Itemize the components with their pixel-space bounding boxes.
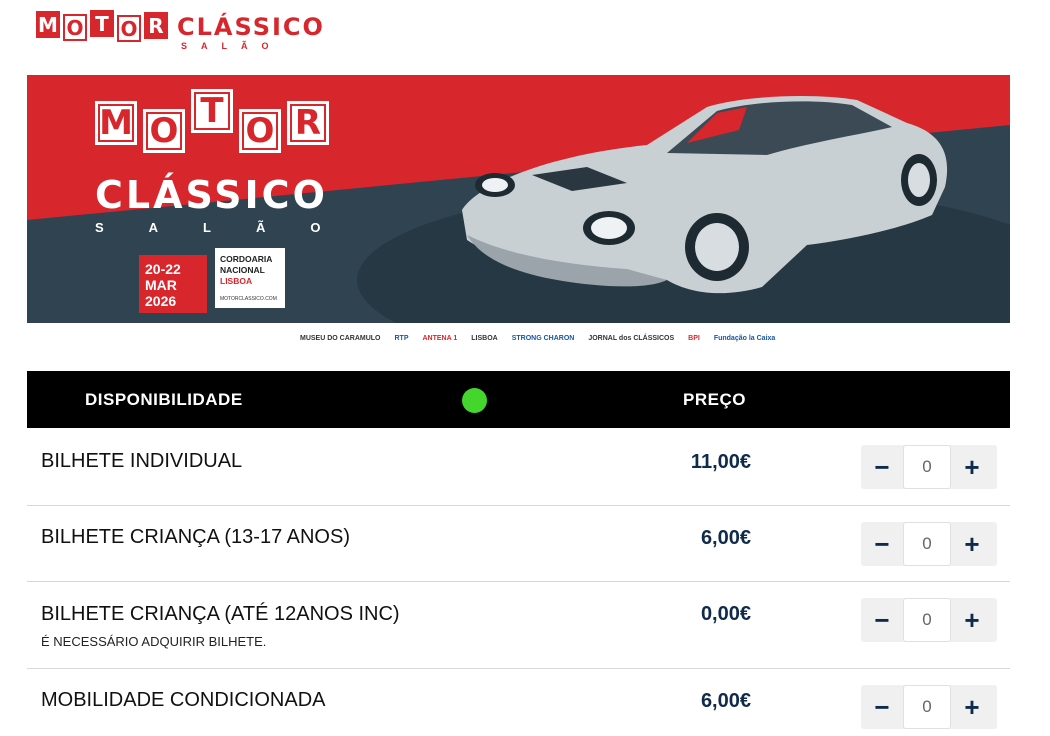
quantity-input[interactable]: 0 xyxy=(903,685,951,729)
increment-button[interactable]: + xyxy=(951,445,993,489)
increment-button[interactable]: + xyxy=(951,522,993,566)
ticket-name: MOBILIDADE CONDICIONADA xyxy=(41,689,326,711)
ticket-row: BILHETE CRIANÇA (13-17 ANOS) 6,00€ − 0 + xyxy=(27,506,1010,582)
sponsor-logos: MUSEU DO CARAMULO RTP ANTENA 1 LISBOA ST… xyxy=(300,328,775,348)
sponsor-logo: ANTENA 1 xyxy=(422,334,458,342)
decrement-button[interactable]: − xyxy=(861,598,903,642)
banner-date: 20-22 MAR 2026 xyxy=(139,255,207,313)
ticket-row: BILHETE INDIVIDUAL 11,00€ − 0 + xyxy=(27,428,1010,506)
logo-tile: O xyxy=(117,15,141,42)
banner-subtitle: SALÃO xyxy=(95,220,366,235)
decrement-button[interactable]: − xyxy=(861,685,903,729)
logo-tile: O xyxy=(63,14,87,41)
quantity-input[interactable]: 0 xyxy=(903,522,951,566)
sponsor-logo: RTP xyxy=(394,334,409,342)
sponsor-logo: JORNAL dos CLÁSSICOS xyxy=(588,334,675,342)
venue-url: MOTORCLASSICO.COM xyxy=(220,296,277,302)
banner-tile: O xyxy=(239,109,281,153)
quantity-stepper: − 0 + xyxy=(861,685,997,729)
quantity-stepper: − 0 + xyxy=(861,522,997,566)
date-days: 20-22 xyxy=(145,261,181,277)
logo-sub: SALÃO xyxy=(181,41,283,51)
availability-status-indicator xyxy=(462,388,487,413)
sponsor-logo: BPI xyxy=(688,334,700,342)
banner-logo-tiles: M O T O R xyxy=(95,89,335,153)
availability-header: DISPONIBILIDADE xyxy=(85,390,243,409)
quantity-input[interactable]: 0 xyxy=(903,445,951,489)
decrement-button[interactable]: − xyxy=(861,522,903,566)
site-logo[interactable]: M O T O R CLÁSSICO SALÃO xyxy=(36,10,325,52)
increment-button[interactable]: + xyxy=(951,598,993,642)
quantity-stepper: − 0 + xyxy=(861,445,997,489)
date-year: 2026 xyxy=(145,293,177,309)
venue-city: LISBOA xyxy=(220,276,253,286)
quantity-stepper: − 0 + xyxy=(861,598,997,642)
banner-tile: M xyxy=(95,101,137,145)
increment-button[interactable]: + xyxy=(951,685,993,729)
logo-tile: M xyxy=(36,11,60,38)
sponsor-logo: STRONG CHARON xyxy=(511,334,575,342)
logo-tile: R xyxy=(144,12,168,39)
logo-word: CLÁSSICO xyxy=(177,13,325,41)
sponsor-logo: Fundação la Caixa xyxy=(713,334,776,342)
ticket-name: BILHETE CRIANÇA (ATÉ 12ANOS INC) xyxy=(41,603,400,625)
quantity-input[interactable]: 0 xyxy=(903,598,951,642)
ticket-price: 11,00€ xyxy=(690,451,751,473)
ticket-name: BILHETE INDIVIDUAL xyxy=(41,450,243,472)
decrement-button[interactable]: − xyxy=(861,445,903,489)
logo-tile: T xyxy=(90,10,114,37)
price-header: PREÇO xyxy=(683,390,746,409)
ticket-row: MOBILIDADE CONDICIONADA 6,00€ − 0 + xyxy=(27,669,1010,736)
venue-line: CORDOARIA xyxy=(220,254,273,264)
event-banner: M O T O R CLÁSSICO SALÃO 20-22 MAR 2026 … xyxy=(27,75,1010,323)
ticket-price: 6,00€ xyxy=(700,690,751,712)
ticket-name: BILHETE CRIANÇA (13-17 ANOS) xyxy=(41,526,350,548)
date-month: MAR xyxy=(145,277,177,293)
sponsor-logo: LISBOA xyxy=(471,334,498,342)
ticket-note: É NECESSÁRIO ADQUIRIR BILHETE. xyxy=(41,634,267,649)
venue-line: NACIONAL xyxy=(220,265,265,275)
ticket-table-header: DISPONIBILIDADE PREÇO xyxy=(27,371,1010,428)
ticket-price: 0,00€ xyxy=(700,603,751,625)
banner-title: CLÁSSICO xyxy=(95,173,328,217)
banner-tile: T xyxy=(191,89,233,133)
ticket-row: BILHETE CRIANÇA (ATÉ 12ANOS INC) É NECES… xyxy=(27,582,1010,669)
ticket-price: 6,00€ xyxy=(700,527,751,549)
banner-venue: CORDOARIA NACIONAL LISBOA MOTORCLASSICO.… xyxy=(215,248,285,308)
sponsor-logo: MUSEU DO CARAMULO xyxy=(300,334,381,342)
banner-tile: O xyxy=(143,109,185,153)
banner-tile: R xyxy=(287,101,329,145)
logo-wordmark: CLÁSSICO SALÃO xyxy=(177,11,325,52)
